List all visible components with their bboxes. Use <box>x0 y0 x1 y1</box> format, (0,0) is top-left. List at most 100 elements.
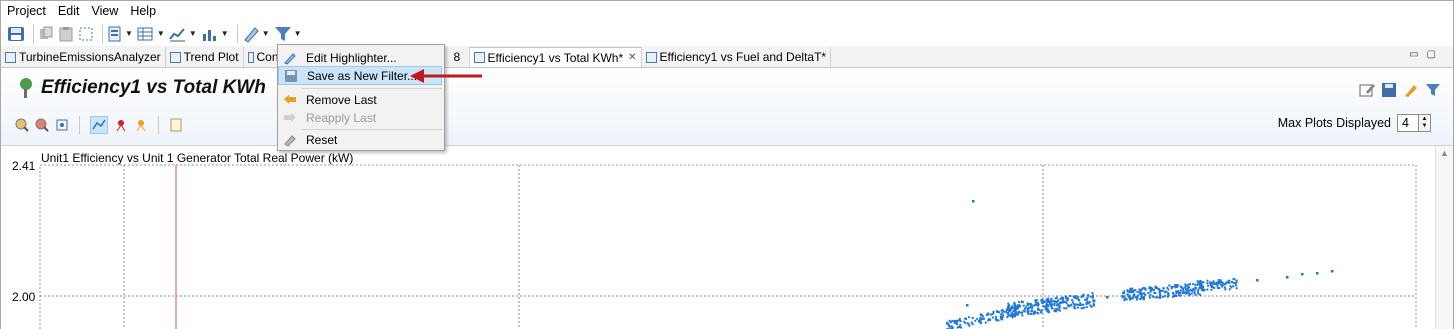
data-point <box>1024 310 1027 313</box>
data-point <box>1141 293 1144 296</box>
data-point <box>958 319 961 322</box>
highlighter-icon[interactable]: ▼ <box>242 25 270 43</box>
data-point <box>1087 294 1090 297</box>
paste-icon[interactable] <box>58 26 74 42</box>
data-point <box>1133 294 1136 297</box>
menu-help[interactable]: Help <box>124 4 162 18</box>
data-point <box>1035 299 1038 302</box>
tab-label: TurbineEmissionsAnalyzer <box>19 50 161 64</box>
data-point <box>971 316 974 319</box>
max-plots-input[interactable]: 4 <box>1397 114 1419 132</box>
pushpin-icon <box>20 78 32 98</box>
select-icon[interactable] <box>78 26 94 42</box>
zoom-fit-icon[interactable] <box>55 118 69 132</box>
data-point <box>1180 286 1183 289</box>
tab-efficiency1-vs-fuel-and-deltat[interactable]: Efficiency1 vs Fuel and DeltaT* <box>642 47 832 67</box>
data-point <box>1198 280 1201 283</box>
data-point <box>1200 288 1203 291</box>
data-point <box>1157 296 1160 299</box>
data-point <box>1316 272 1319 275</box>
tab-trend-plot[interactable]: Trend Plot <box>166 47 244 67</box>
data-point <box>1011 316 1014 319</box>
data-point <box>996 310 999 313</box>
data-point <box>991 316 994 319</box>
edit-icon[interactable] <box>1359 82 1375 98</box>
window-controls[interactable]: ▭▢ <box>1409 49 1444 60</box>
menu-project[interactable]: Project <box>1 4 52 18</box>
data-point <box>1234 282 1237 285</box>
bar-chart-icon[interactable]: ▼ <box>201 26 229 42</box>
data-point <box>956 323 959 326</box>
data-point <box>1030 310 1033 313</box>
menu-edit[interactable]: Edit <box>52 4 86 18</box>
data-point <box>1192 288 1195 291</box>
line-toggle-icon[interactable] <box>90 116 108 134</box>
highlighter-icon[interactable] <box>1403 82 1419 98</box>
data-point <box>1078 304 1081 307</box>
data-point <box>1126 293 1129 296</box>
zoom-out-icon[interactable] <box>35 118 49 132</box>
data-point <box>950 321 953 324</box>
scatter-chart-icon <box>645 51 657 63</box>
reset-icon <box>284 134 296 147</box>
data-point <box>960 326 963 329</box>
spinner-up-icon[interactable]: ▲ <box>1422 116 1428 123</box>
zoom-in-icon[interactable] <box>15 118 29 132</box>
data-point <box>1179 289 1182 292</box>
data-point <box>1091 292 1094 295</box>
data-point <box>1194 283 1197 286</box>
vertical-scrollbar[interactable]: ▲ <box>1435 146 1453 329</box>
data-point <box>992 311 995 314</box>
orange-marker-icon[interactable] <box>134 118 148 132</box>
data-point <box>1167 288 1170 291</box>
notes-icon[interactable] <box>169 118 183 132</box>
tab-efficiency1-vs-total-kwh[interactable]: Efficiency1 vs Total KWh* ✕ <box>469 47 642 67</box>
menu-item-remove-last[interactable]: Remove Last <box>278 90 442 109</box>
max-plots-spinner[interactable]: ▲ ▼ <box>1419 114 1431 132</box>
data-point <box>1125 298 1128 301</box>
save-icon[interactable] <box>1381 82 1397 98</box>
data-point <box>1154 285 1157 288</box>
data-point <box>1235 279 1238 282</box>
data-point <box>995 315 998 318</box>
data-point <box>994 318 997 321</box>
save-icon[interactable] <box>7 25 25 43</box>
data-source-icon[interactable]: ▼ <box>107 26 133 42</box>
filter-icon[interactable]: ▼ <box>274 25 302 43</box>
tab-turbine-emissions-analyzer[interactable]: TurbineEmissionsAnalyzer <box>1 47 166 67</box>
menu-item-reset[interactable]: Reset <box>278 130 442 149</box>
toolbar-separator <box>236 24 238 43</box>
scroll-up-icon[interactable]: ▲ <box>1440 148 1449 158</box>
data-point <box>1206 279 1209 282</box>
red-marker-icon[interactable] <box>114 118 128 132</box>
data-point <box>1155 296 1158 299</box>
data-point <box>1071 301 1074 304</box>
tab-label: Con <box>256 50 279 64</box>
menu-view[interactable]: View <box>85 4 124 18</box>
data-point <box>1177 291 1180 294</box>
data-point <box>1121 296 1124 299</box>
data-point <box>1154 292 1157 295</box>
data-point <box>953 321 956 324</box>
data-point <box>1233 278 1236 281</box>
menu-item-edit-highlighter[interactable]: Edit Highlighter... <box>278 48 442 67</box>
data-point <box>1221 285 1224 288</box>
filter-icon[interactable] <box>1425 82 1441 98</box>
table-icon[interactable]: ▼ <box>137 26 165 42</box>
trend-chart-icon[interactable]: ▼ <box>169 26 197 42</box>
data-point <box>1050 304 1053 307</box>
data-point <box>1196 283 1199 286</box>
data-point <box>1174 286 1177 289</box>
copy-icon[interactable] <box>38 26 54 42</box>
data-point <box>1191 289 1194 292</box>
data-point <box>1056 300 1059 303</box>
data-point <box>1219 279 1222 282</box>
spinner-down-icon[interactable]: ▼ <box>1422 123 1428 130</box>
data-point <box>1018 301 1021 304</box>
data-point <box>1053 304 1056 307</box>
menu-bar: Project Edit View Help <box>1 1 1453 21</box>
data-point <box>1089 304 1092 307</box>
data-point <box>951 326 954 329</box>
close-icon[interactable]: ✕ <box>628 52 636 63</box>
tab-hidden[interactable]: 8 <box>450 47 470 67</box>
